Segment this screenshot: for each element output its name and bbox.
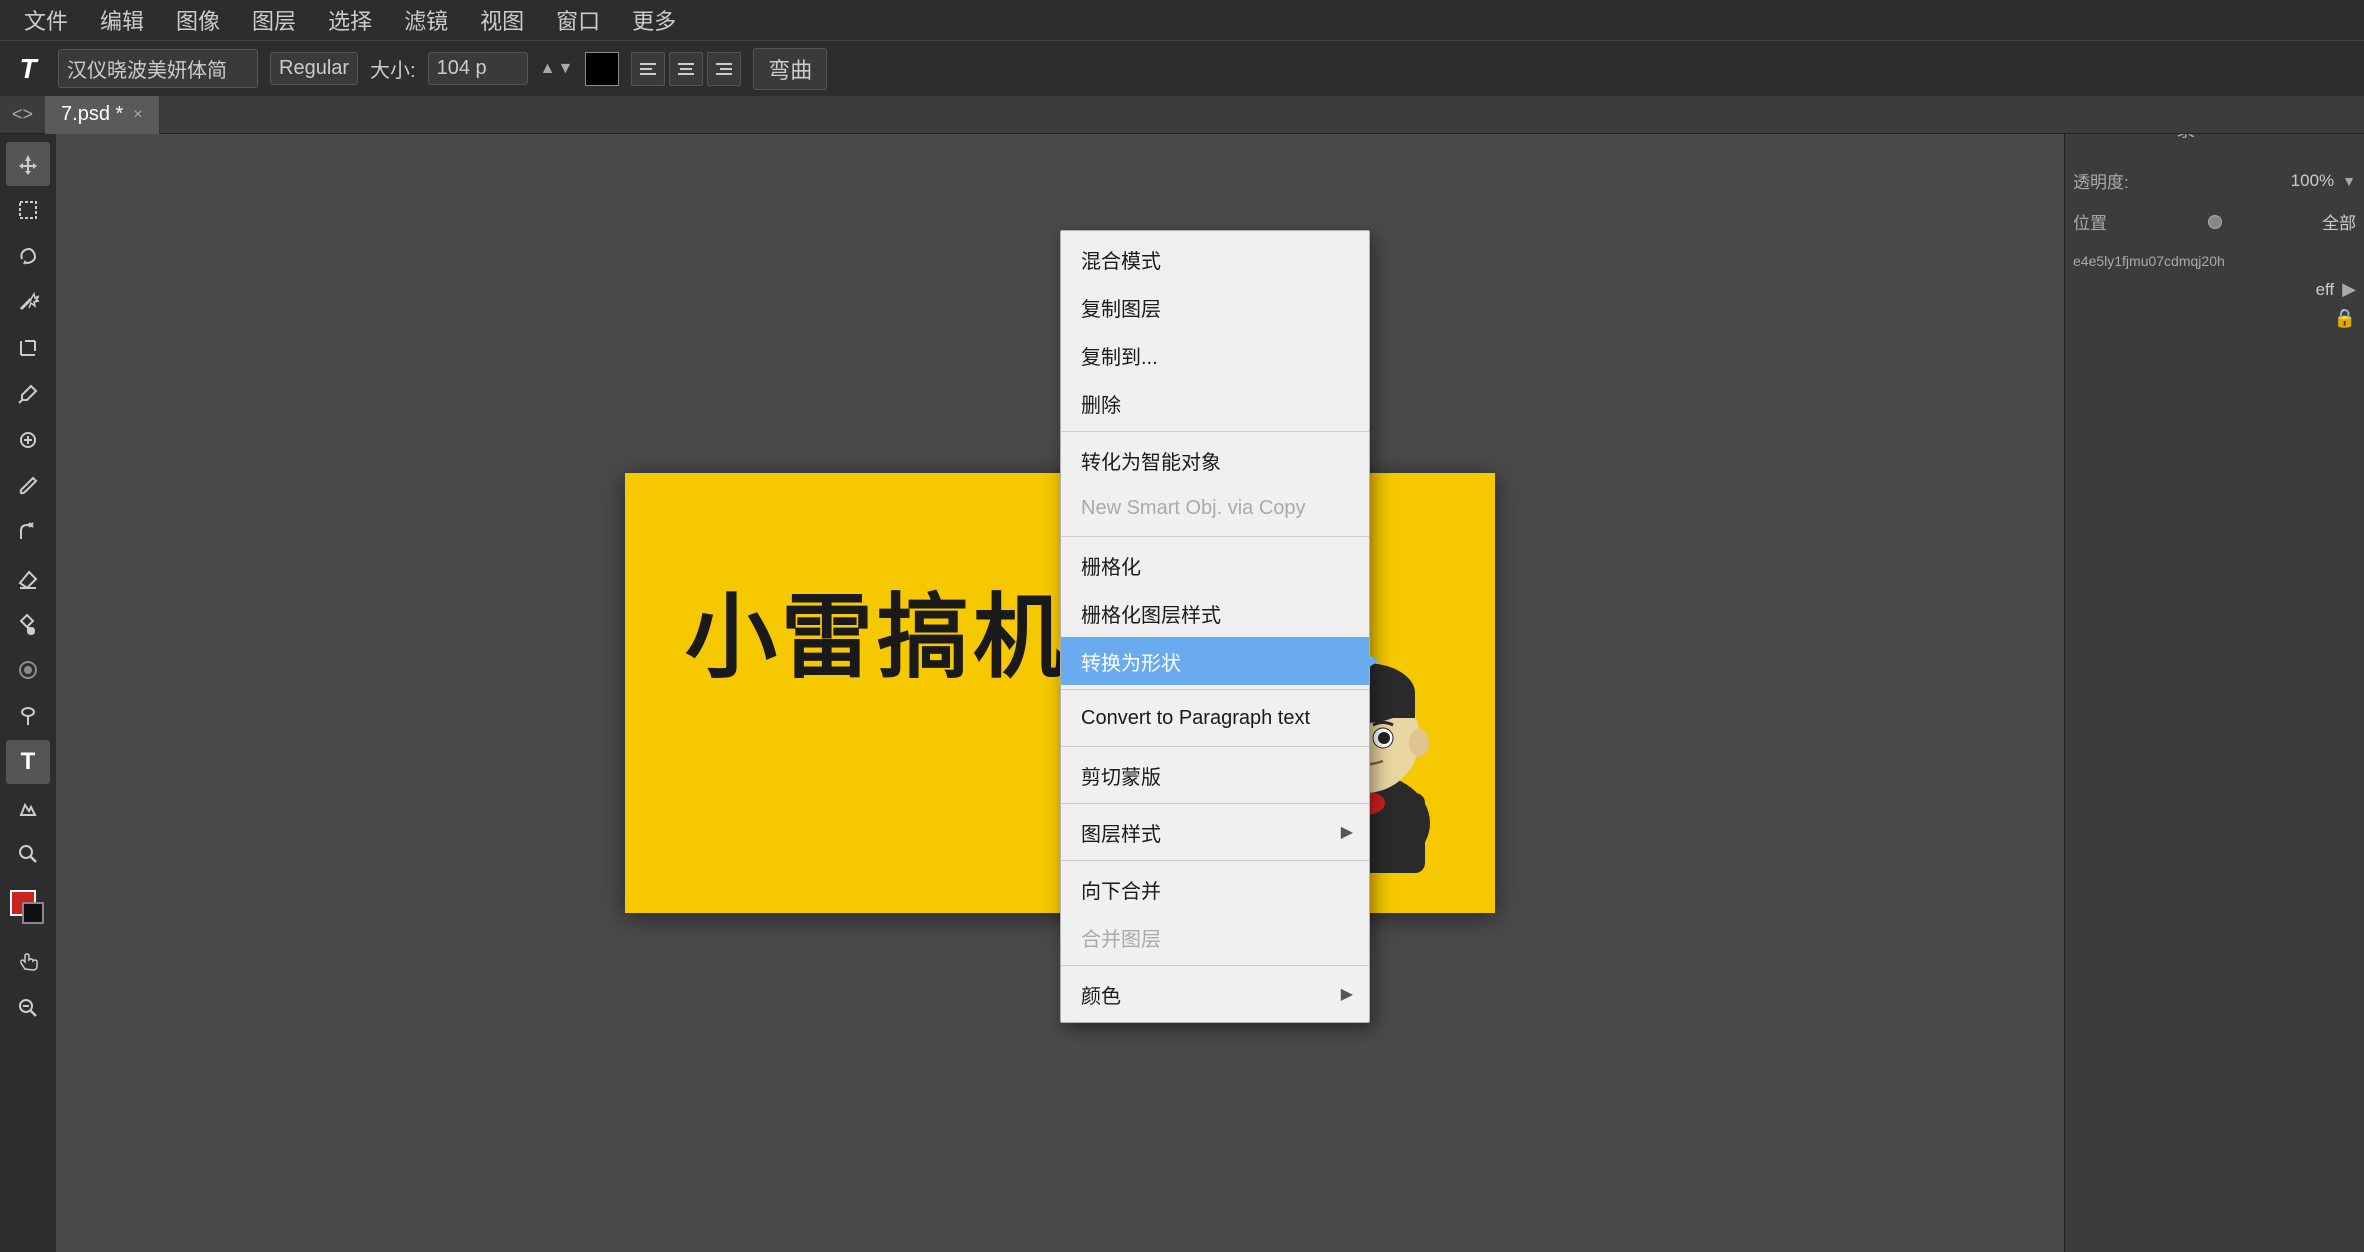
context-menu-divider xyxy=(1061,689,1369,690)
context-menu-item-merge-layers: 合并图层 xyxy=(1061,913,1369,961)
tab-filename: 7.psd * xyxy=(61,103,123,126)
context-menu-item-new-smart-copy: New Smart Obj. via Copy xyxy=(1061,484,1369,532)
context-menu-item-clip-mask[interactable]: 剪切蒙版 xyxy=(1061,751,1369,799)
collapse-panels-left[interactable]: <> xyxy=(0,100,45,129)
context-menu-item-rasterize[interactable]: 栅格化 xyxy=(1061,541,1369,589)
menu-window[interactable]: 窗口 xyxy=(542,0,614,40)
menu-image[interactable]: 图像 xyxy=(162,0,234,40)
align-right-button[interactable] xyxy=(707,52,741,86)
context-menu-item-blend-mode[interactable]: 混合模式 xyxy=(1061,235,1369,283)
text-color-picker[interactable] xyxy=(585,52,619,86)
text-tool-icon: T xyxy=(10,51,46,87)
context-menu-item-convert-paragraph[interactable]: Convert to Paragraph text xyxy=(1061,694,1369,742)
context-menu-item-delete[interactable]: 删除 xyxy=(1061,379,1369,427)
move-tool[interactable] xyxy=(6,142,50,186)
menu-filter[interactable]: 滤镜 xyxy=(390,0,462,40)
text-align-group xyxy=(631,52,741,86)
eyedropper-tool[interactable] xyxy=(6,372,50,416)
context-menu-item-convert-shape[interactable]: 转换为形状 xyxy=(1061,637,1369,685)
zoom-tool-2[interactable] xyxy=(6,986,50,1030)
context-menu: 混合模式复制图层复制到...删除转化为智能对象New Smart Obj. vi… xyxy=(1060,230,1370,1023)
menu-layer[interactable]: 图层 xyxy=(238,0,310,40)
position-dot xyxy=(2208,215,2222,229)
opacity-label: 透明度: xyxy=(2073,168,2129,193)
marquee-tool[interactable] xyxy=(6,188,50,232)
tab-bar: <> 7.psd * × xyxy=(0,96,2364,134)
menu-bar: 文件 编辑 图像 图层 选择 滤镜 视图 窗口 更多 xyxy=(0,0,2364,40)
context-menu-item-color[interactable]: 颜色▶ xyxy=(1061,970,1369,1018)
right-panel: <> 信息 历史记录 取样 >< 透明度: 100% ▼ 位置 全部 e4e5l… xyxy=(2064,96,2364,1252)
left-tools-panel: T xyxy=(0,134,56,1252)
brush-tool[interactable] xyxy=(6,464,50,508)
hash-value: e4e5ly1fjmu07cdmqj20h xyxy=(2073,249,2225,273)
blur-tool[interactable] xyxy=(6,648,50,692)
context-menu-item-merge-down[interactable]: 向下合并 xyxy=(1061,865,1369,913)
context-menu-item-layer-style[interactable]: 图层样式▶ xyxy=(1061,808,1369,856)
active-item-cursor xyxy=(1369,655,1379,667)
menu-more[interactable]: 更多 xyxy=(618,0,690,40)
context-menu-divider xyxy=(1061,860,1369,861)
background-color[interactable] xyxy=(22,902,44,924)
align-center-button[interactable] xyxy=(669,52,703,86)
submenu-arrow-icon: ▶ xyxy=(1341,984,1353,1004)
position-row: 位置 全部 xyxy=(2073,205,2356,238)
clone-stamp-tool[interactable] xyxy=(6,510,50,554)
context-menu-divider xyxy=(1061,536,1369,537)
path-selection-tool[interactable] xyxy=(6,786,50,830)
healing-brush-tool[interactable] xyxy=(6,418,50,462)
hand-tool[interactable] xyxy=(6,940,50,984)
font-family-input[interactable]: 汉仪晓波美妍体简 xyxy=(58,49,258,88)
context-menu-item-convert-smart[interactable]: 转化为智能对象 xyxy=(1061,436,1369,484)
toolbar: T 汉仪晓波美妍体简 Regular 大小: 104 p ▲▼ 弯曲 xyxy=(0,40,2364,96)
menu-edit[interactable]: 编辑 xyxy=(86,0,158,40)
opacity-value: 100% xyxy=(2291,171,2334,191)
lasso-tool[interactable] xyxy=(6,234,50,278)
position-label: 位置 xyxy=(2073,209,2107,234)
menu-view[interactable]: 视图 xyxy=(466,0,538,40)
eff-row: eff ▶ xyxy=(2073,275,2356,304)
right-arrow-icon: ▶ xyxy=(2342,279,2356,300)
menu-select[interactable]: 选择 xyxy=(314,0,386,40)
zoom-tool[interactable] xyxy=(6,832,50,876)
opacity-row: 透明度: 100% ▼ xyxy=(2073,164,2356,197)
menu-file[interactable]: 文件 xyxy=(10,0,82,40)
context-menu-item-duplicate-layer[interactable]: 复制图层 xyxy=(1061,283,1369,331)
context-menu-item-copy-to[interactable]: 复制到... xyxy=(1061,331,1369,379)
submenu-arrow-icon: ▶ xyxy=(1341,822,1353,842)
font-size-label: 大小: xyxy=(370,54,416,83)
eff-label: eff xyxy=(2316,280,2335,300)
paint-bucket-tool[interactable] xyxy=(6,602,50,646)
context-menu-divider xyxy=(1061,431,1369,432)
warp-text-button[interactable]: 弯曲 xyxy=(753,48,827,90)
context-menu-divider xyxy=(1061,746,1369,747)
tab-close-button[interactable]: × xyxy=(133,106,142,124)
context-menu-divider xyxy=(1061,965,1369,966)
lock-row: 🔒 xyxy=(2073,304,2356,333)
canvas-text-layer: 小雷搞机 xyxy=(685,563,1069,696)
context-menu-item-rasterize-style[interactable]: 栅格化图层样式 xyxy=(1061,589,1369,637)
hash-row: e4e5ly1fjmu07cdmqj20h xyxy=(2073,246,2356,275)
opacity-control[interactable]: 100% ▼ xyxy=(2291,171,2356,191)
tab-file[interactable]: 7.psd * × xyxy=(45,96,160,134)
context-menu-divider xyxy=(1061,803,1369,804)
right-panel-content: 透明度: 100% ▼ 位置 全部 e4e5ly1fjmu07cdmqj20h … xyxy=(2065,134,2364,343)
eraser-tool[interactable] xyxy=(6,556,50,600)
color-swatches[interactable] xyxy=(6,886,50,938)
font-size-arrows: ▲▼ xyxy=(540,60,574,78)
magic-wand-tool[interactable] xyxy=(6,280,50,324)
crop-tool[interactable] xyxy=(6,326,50,370)
align-left-button[interactable] xyxy=(631,52,665,86)
dodge-tool[interactable] xyxy=(6,694,50,738)
position-value: 全部 xyxy=(2322,209,2356,234)
lock-icon: 🔒 xyxy=(2334,308,2356,328)
opacity-arrow: ▼ xyxy=(2342,173,2356,189)
text-tool[interactable]: T xyxy=(6,740,50,784)
font-style-input[interactable]: Regular xyxy=(270,52,358,85)
font-size-input[interactable]: 104 p xyxy=(428,52,528,85)
